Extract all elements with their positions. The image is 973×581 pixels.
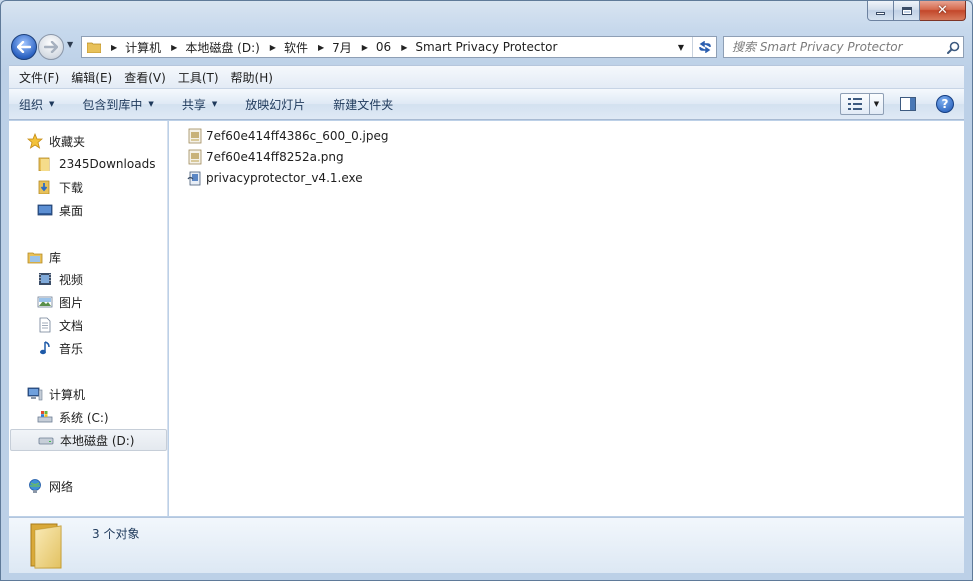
- search-box[interactable]: [723, 36, 964, 58]
- view-options-icon: [841, 97, 869, 111]
- video-icon: [37, 271, 53, 287]
- new-folder-button[interactable]: 新建文件夹: [333, 96, 393, 113]
- share-button[interactable]: 共享 ▼: [182, 96, 217, 113]
- help-icon[interactable]: ?: [936, 95, 954, 113]
- hard-drive-icon: [38, 432, 54, 448]
- minimize-button[interactable]: [867, 1, 894, 21]
- forward-button[interactable]: [38, 34, 64, 60]
- minimize-icon: [876, 12, 885, 15]
- sidebar-item-network[interactable]: 网络: [27, 475, 185, 497]
- sidebar-item-favorites[interactable]: 收藏夹: [27, 130, 185, 152]
- star-icon: [27, 133, 43, 149]
- caption-buttons: ✕: [867, 1, 966, 21]
- chevron-right-icon: ▶: [317, 42, 325, 52]
- chevron-down-icon: ▼: [677, 42, 685, 52]
- file-item[interactable]: privacyprotector_v4.1.exe: [187, 168, 363, 188]
- folder-icon: [30, 523, 62, 569]
- address-history-dropdown[interactable]: ▼: [673, 37, 689, 57]
- breadcrumb-disk-d[interactable]: 本地磁盘 (D:) ▶: [185, 39, 284, 56]
- file-item[interactable]: 7ef60e414ff4386c_600_0.jpeg: [187, 126, 389, 146]
- breadcrumb-root[interactable]: ▶: [107, 43, 125, 52]
- chevron-down-icon: ▼: [148, 100, 154, 108]
- file-list: 7ef60e414ff4386c_600_0.jpeg 7ef60e414ff8…: [169, 121, 964, 516]
- menu-view[interactable]: 查看(V): [118, 69, 172, 86]
- chevron-right-icon: ▶: [111, 42, 118, 52]
- breadcrumb-current[interactable]: Smart Privacy Protector: [415, 40, 557, 54]
- chevron-right-icon: ▶: [269, 42, 276, 52]
- view-controls: ▼ ?: [840, 93, 954, 115]
- breadcrumb-july[interactable]: 7月 ▶: [332, 39, 376, 56]
- search-icon: [946, 41, 959, 54]
- network-icon: [27, 478, 43, 494]
- music-icon: [37, 340, 53, 356]
- library-icon: [27, 249, 43, 265]
- breadcrumb-06[interactable]: 06 ▶: [376, 40, 415, 54]
- downloads-folder-icon: [37, 179, 53, 195]
- chevron-right-icon: ▶: [361, 42, 368, 52]
- chevron-down-icon: ▼: [49, 100, 55, 108]
- system-drive-icon: [37, 409, 53, 425]
- desktop-icon: [37, 202, 53, 218]
- close-icon: ✕: [937, 3, 948, 18]
- navigation-bar: ▼ ▶ 计算机 ▶ 本地磁盘 (D:) ▶ 软件 ▶ 7月 ▶ 06 ▶ Smart Pr…: [9, 32, 964, 60]
- back-button[interactable]: [11, 34, 37, 60]
- explorer-window: ✕ ▼ ▶ 计算机 ▶ 本地磁盘 (D:) ▶ 软件 ▶ 7月 ▶ 06 ▶ Smart …: [0, 0, 973, 581]
- recent-pages-dropdown[interactable]: ▼: [67, 40, 73, 49]
- sidebar-item-disk-d[interactable]: 本地磁盘 (D:): [10, 429, 167, 451]
- view-dropdown[interactable]: ▼: [869, 94, 883, 114]
- maximize-icon: [901, 6, 912, 15]
- slideshow-button[interactable]: 放映幻灯片: [245, 96, 305, 113]
- organize-button[interactable]: 组织 ▼: [19, 96, 54, 113]
- address-bar[interactable]: ▶ 计算机 ▶ 本地磁盘 (D:) ▶ 软件 ▶ 7月 ▶ 06 ▶ Smart Priv…: [81, 36, 717, 58]
- preview-pane-icon[interactable]: [900, 97, 916, 111]
- navigation-pane: 收藏夹 2345Downloads 下载 桌面 库 视频 图片 文档 音乐 计算…: [9, 121, 168, 516]
- search-input[interactable]: [724, 38, 943, 56]
- chevron-right-icon: ▶: [171, 42, 178, 52]
- menu-edit[interactable]: 编辑(E): [65, 69, 118, 86]
- details-pane: 3 个对象: [9, 517, 964, 573]
- maximize-button[interactable]: [894, 1, 920, 21]
- file-item[interactable]: 7ef60e414ff8252a.png: [187, 147, 344, 167]
- search-button[interactable]: [943, 41, 963, 54]
- sidebar-item-libraries[interactable]: 库: [27, 246, 185, 268]
- menu-bar: 文件(F) 编辑(E) 查看(V) 工具(T) 帮助(H): [9, 65, 964, 89]
- chevron-right-icon: ▶: [401, 42, 408, 52]
- breadcrumb-computer[interactable]: 计算机 ▶: [125, 39, 185, 56]
- pictures-icon: [37, 294, 53, 310]
- breadcrumb-software[interactable]: 软件 ▶: [284, 39, 332, 56]
- item-count: 3 个对象: [92, 527, 140, 541]
- change-view-button[interactable]: ▼: [840, 93, 884, 115]
- sidebar-item-computer[interactable]: 计算机: [27, 383, 185, 405]
- folder-icon: [87, 42, 101, 53]
- menu-file[interactable]: 文件(F): [13, 69, 65, 86]
- folder-icon: [37, 156, 53, 172]
- documents-icon: [37, 317, 53, 333]
- chevron-down-icon: ▼: [211, 100, 218, 108]
- forward-arrow-icon: [44, 41, 58, 53]
- close-button[interactable]: ✕: [920, 1, 966, 21]
- refresh-button[interactable]: [692, 37, 716, 57]
- back-arrow-icon: [17, 41, 31, 53]
- include-in-library-button[interactable]: 包含到库中 ▼: [82, 96, 153, 113]
- menu-tools[interactable]: 工具(T): [172, 69, 225, 86]
- menu-help[interactable]: 帮助(H): [225, 69, 279, 86]
- image-file-icon: [188, 149, 202, 165]
- image-file-icon: [188, 128, 202, 144]
- installer-icon: [187, 171, 201, 186]
- refresh-icon: [698, 41, 711, 53]
- command-bar: 组织 ▼ 包含到库中 ▼ 共享 ▼ 放映幻灯片 新建文件夹 ▼ ?: [9, 89, 964, 120]
- chevron-down-icon: ▼: [873, 100, 880, 108]
- computer-icon: [27, 386, 43, 402]
